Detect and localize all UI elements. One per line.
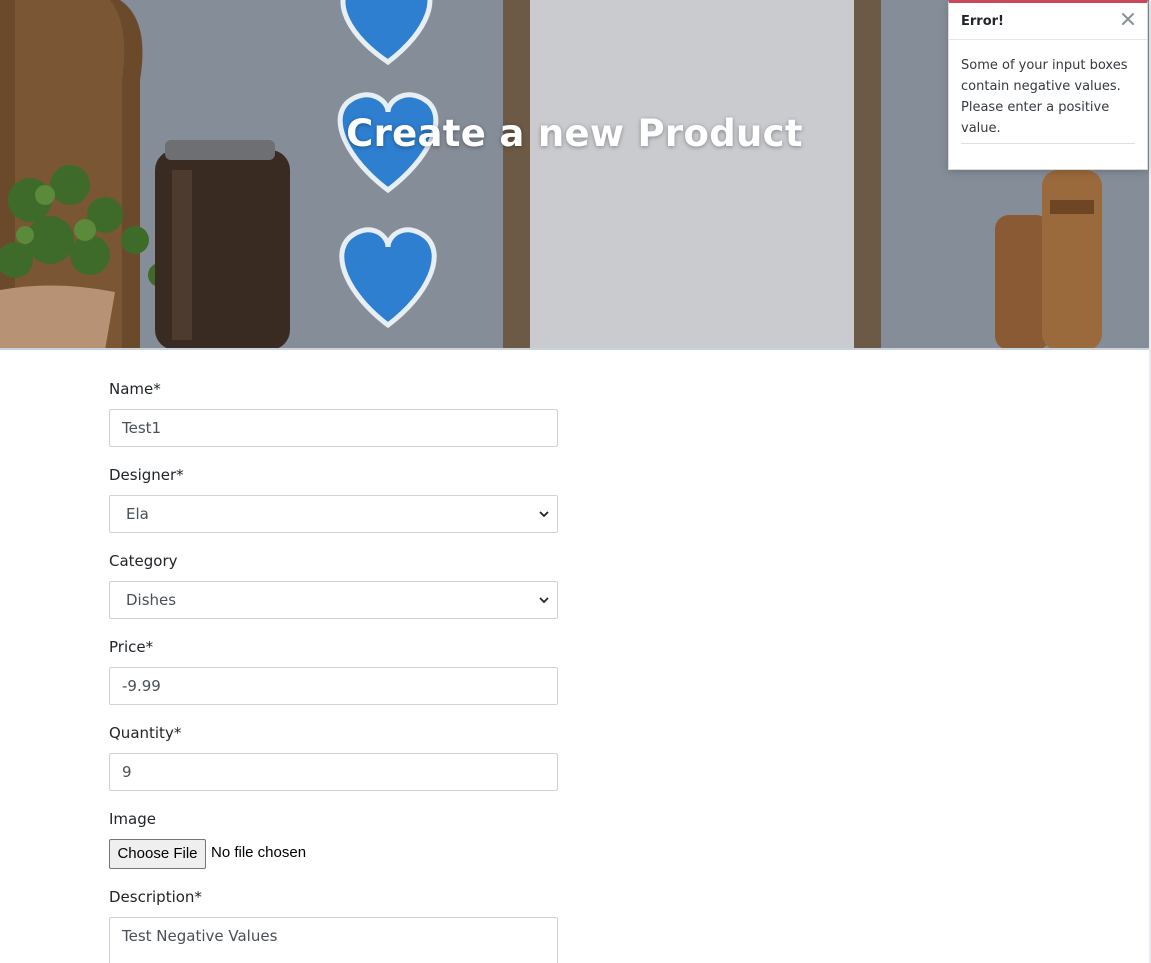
toast-message: Some of your input boxes contain negativ… — [961, 58, 1128, 136]
category-select-value: Dishes — [126, 591, 177, 609]
price-label: Price* — [109, 638, 154, 656]
hero-divider — [0, 348, 1149, 350]
designer-select[interactable]: Ela — [109, 495, 558, 533]
name-input[interactable]: Test1 — [109, 409, 558, 447]
quantity-label: Quantity* — [109, 724, 182, 742]
choose-file-button[interactable]: Choose File — [109, 839, 206, 869]
category-select[interactable]: Dishes — [109, 581, 558, 619]
file-status: No file chosen — [211, 844, 307, 861]
close-icon[interactable] — [1119, 10, 1137, 28]
category-label: Category — [109, 552, 178, 570]
chevron-down-icon — [539, 597, 549, 604]
description-label: Description* — [109, 888, 202, 906]
toast-title: Error! — [961, 14, 1004, 29]
chevron-down-icon — [539, 511, 549, 518]
toast-divider — [961, 143, 1135, 144]
designer-label: Designer* — [109, 466, 184, 484]
designer-select-value: Ela — [126, 505, 149, 523]
image-label: Image — [109, 810, 156, 828]
toast-header: Error! — [949, 3, 1147, 40]
error-toast: Error! Some of your input boxes contain … — [948, 0, 1148, 170]
price-input[interactable]: -9.99 — [109, 667, 558, 705]
name-label: Name* — [109, 380, 161, 398]
description-textarea[interactable]: Test Negative Values — [109, 917, 558, 963]
quantity-input[interactable]: 9 — [109, 753, 558, 791]
